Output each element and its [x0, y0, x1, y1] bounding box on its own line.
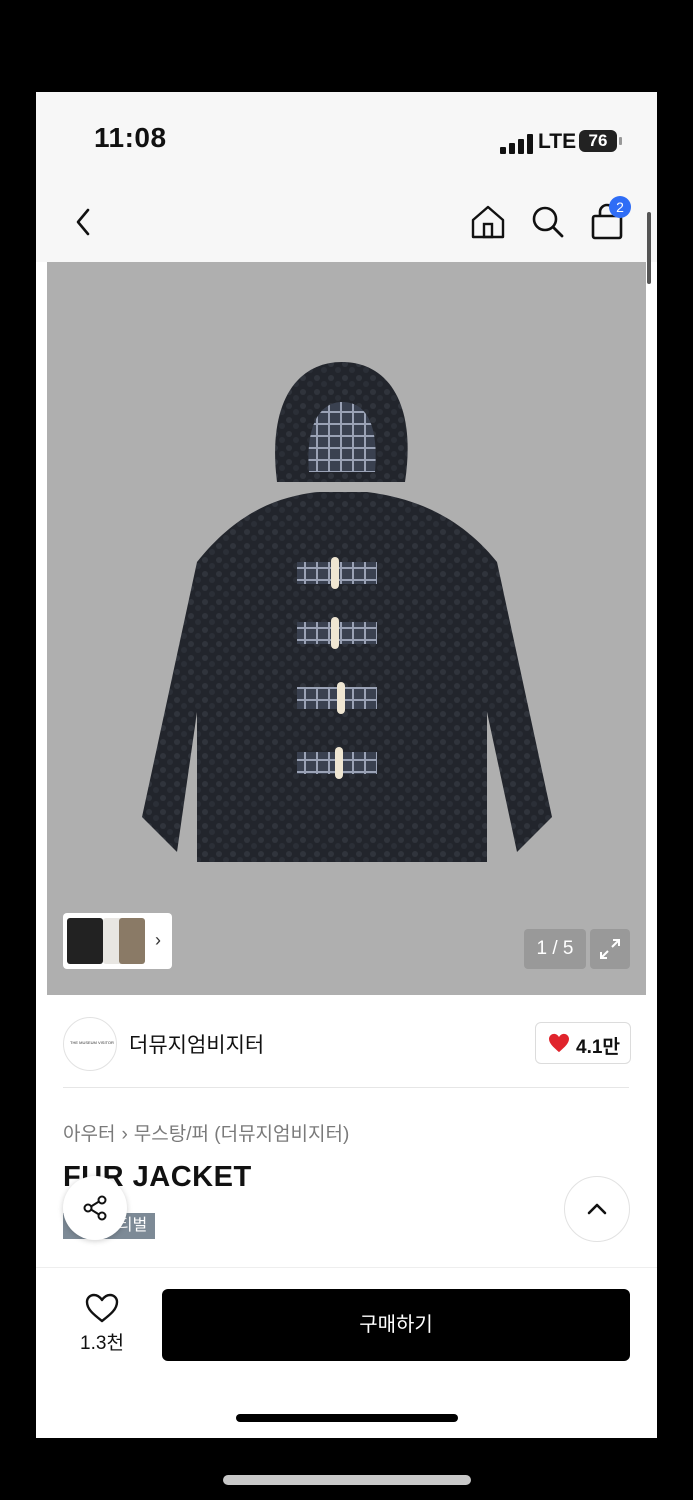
- heart-filled-icon: [549, 1033, 569, 1053]
- bottom-action-bar: 1.3천 구매하기: [36, 1267, 657, 1438]
- status-time: 11:08: [94, 122, 167, 153]
- thumbnail-image[interactable]: [119, 918, 145, 964]
- buy-button[interactable]: 구매하기: [162, 1289, 630, 1361]
- battery-icon: 76: [579, 130, 622, 154]
- search-button[interactable]: [528, 202, 568, 242]
- home-indicator[interactable]: [236, 1414, 458, 1422]
- chevron-up-icon: [587, 1203, 607, 1215]
- scrollbar[interactable]: [647, 212, 651, 284]
- home-button[interactable]: [468, 202, 508, 242]
- chevron-left-icon: [76, 208, 90, 236]
- scroll-top-button[interactable]: [564, 1176, 630, 1242]
- expand-icon: [600, 939, 620, 959]
- heart-outline-icon: [85, 1293, 119, 1323]
- outer-home-indicator: [223, 1475, 471, 1485]
- jacket-illustration: [142, 362, 552, 862]
- breadcrumb-separator: ›: [121, 1124, 128, 1145]
- home-icon: [471, 205, 505, 239]
- network-label: LTE: [538, 130, 577, 153]
- expand-button[interactable]: [590, 929, 630, 969]
- chevron-right-icon[interactable]: ›: [155, 930, 161, 951]
- brand-like-button[interactable]: 4.1만: [535, 1022, 631, 1064]
- status-bar: 11:08 LTE 76: [36, 92, 657, 192]
- back-button[interactable]: [66, 202, 106, 242]
- wishlist-button[interactable]: 1.3천: [74, 1288, 130, 1358]
- product-image[interactable]: › 1 / 5: [47, 262, 646, 995]
- nav-bar: 2: [36, 192, 657, 262]
- battery-level: 76: [579, 130, 617, 152]
- share-button[interactable]: [63, 1176, 127, 1240]
- thumbnail-strip[interactable]: ›: [63, 913, 172, 969]
- app-screen: 11:08 LTE 76 2 › 1 / 5 THE MUSEUM VISITO…: [36, 92, 657, 1438]
- brand-logo[interactable]: THE MUSEUM VISITOR: [63, 1017, 117, 1071]
- signal-icon: [500, 134, 533, 154]
- wishlist-count: 1.3천: [80, 1333, 124, 1354]
- divider: [63, 1087, 629, 1088]
- cart-count-badge: 2: [609, 196, 631, 218]
- share-icon: [83, 1195, 107, 1221]
- breadcrumb: 아우터 › 무스탕/퍼 (더뮤지엄비지터): [63, 1119, 349, 1146]
- breadcrumb-subcategory[interactable]: 무스탕/퍼 (더뮤지엄비지터): [134, 1124, 350, 1145]
- image-page-indicator: 1 / 5: [524, 929, 586, 969]
- brand-like-count: 4.1만: [576, 1037, 620, 1058]
- brand-row[interactable]: THE MUSEUM VISITOR 더뮤지엄비지터 4.1만: [36, 995, 657, 1087]
- cart-button[interactable]: 2: [587, 196, 631, 242]
- brand-name[interactable]: 더뮤지엄비지터: [129, 1029, 264, 1059]
- thumbnail-image[interactable]: [67, 918, 103, 964]
- search-icon: [532, 206, 564, 238]
- battery-tip: [619, 137, 622, 145]
- breadcrumb-category[interactable]: 아우터: [63, 1124, 115, 1145]
- brand-logo-text: THE MUSEUM VISITOR: [70, 1040, 114, 1045]
